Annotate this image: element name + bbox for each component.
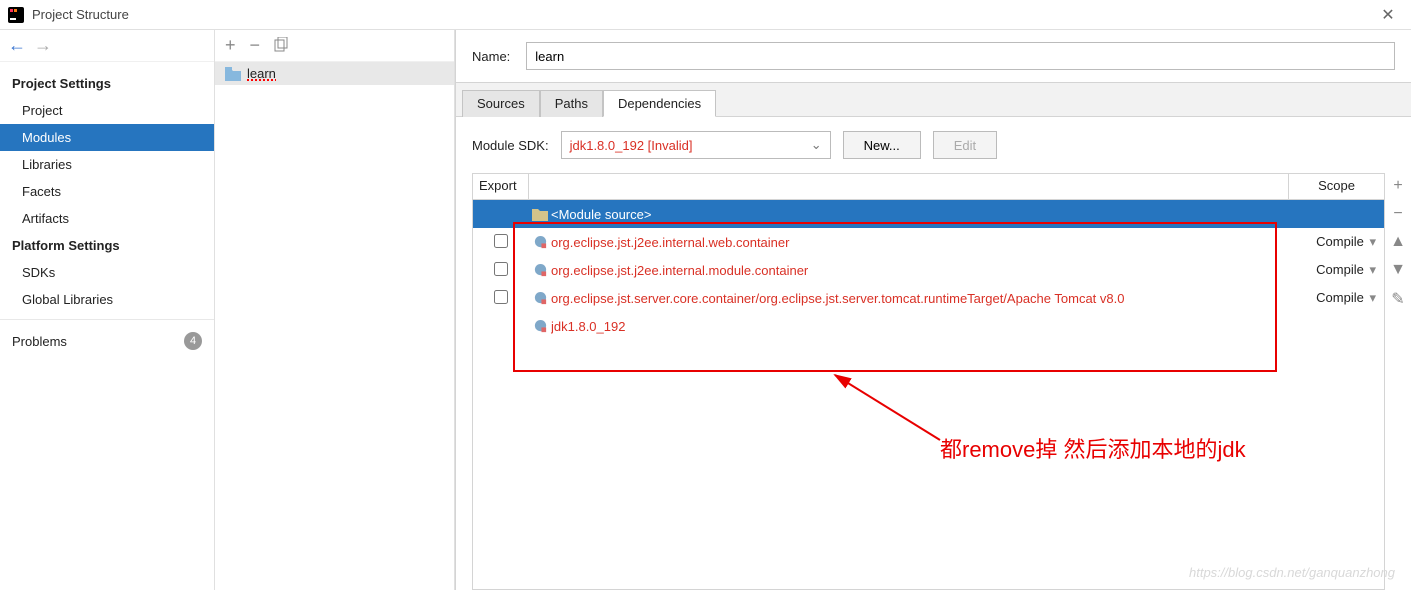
add-dep-icon[interactable]: + [1393,177,1402,195]
intellij-icon [8,7,24,23]
sidebar-nav: ← → [0,30,214,62]
add-icon[interactable]: + [225,35,236,56]
dep-row[interactable]: jdk1.8.0_192 [473,312,1384,340]
sdk-value: jdk1.8.0_192 [Invalid] [570,138,693,153]
dep-scope-select[interactable]: Compile ▾ [1288,290,1384,306]
dependencies-table: Export Scope <Module source> [472,173,1385,590]
content-panel: Name: Sources Paths Dependencies Module … [455,30,1411,590]
copy-icon[interactable] [274,37,289,55]
sidebar-item-project[interactable]: Project [0,97,214,124]
dep-row-module-source[interactable]: <Module source> [473,200,1384,228]
sdk-row: Module SDK: jdk1.8.0_192 [Invalid] ⌄ New… [456,117,1411,173]
sidebar-item-libraries[interactable]: Libraries [0,151,214,178]
deps-header: Export Scope [473,174,1384,200]
chevron-down-icon: ▾ [1366,262,1376,277]
chevron-down-icon: ▾ [1366,290,1376,305]
sidebar-heading-project: Project Settings [0,70,214,97]
sidebar-item-facets[interactable]: Facets [0,178,214,205]
window-title: Project Structure [32,7,1373,22]
tabs: Sources Paths Dependencies [456,83,1411,117]
sidebar-item-problems[interactable]: Problems 4 [0,326,214,356]
remove-icon[interactable]: − [250,35,261,56]
dep-name: jdk1.8.0_192 [551,319,1288,334]
col-scope: Scope [1288,174,1384,199]
sidebar-item-modules[interactable]: Modules [0,124,214,151]
sidebar-divider [0,319,214,320]
tab-dependencies[interactable]: Dependencies [603,90,716,117]
annotation-text: 都remove掉 然后添加本地的jdk [940,432,1246,464]
forward-icon[interactable]: → [34,35,52,56]
col-export: Export [473,174,529,199]
close-icon[interactable]: ✕ [1373,5,1403,25]
problems-badge: 4 [184,332,202,350]
sidebar-heading-platform: Platform Settings [0,232,214,259]
export-checkbox[interactable] [494,262,508,276]
col-name [529,174,1288,199]
sidebar-item-global-libs[interactable]: Global Libraries [0,286,214,313]
sdk-label: Module SDK: [472,138,549,153]
sidebar: ← → Project Settings Project Modules Lib… [0,30,215,590]
dependencies-area: Export Scope <Module source> [456,173,1411,590]
name-row: Name: [456,30,1411,83]
main-area: ← → Project Settings Project Modules Lib… [0,30,1411,590]
export-checkbox[interactable] [494,234,508,248]
tree-item-label: learn [247,66,276,81]
chevron-down-icon: ▾ [1366,234,1376,249]
folder-icon [529,207,551,221]
chevron-down-icon: ⌄ [811,137,822,153]
new-sdk-button[interactable]: New... [843,131,921,159]
dep-name: org.eclipse.jst.j2ee.internal.module.con… [551,263,1288,278]
dep-row[interactable]: org.eclipse.jst.j2ee.internal.web.contai… [473,228,1384,256]
dep-row[interactable]: org.eclipse.jst.server.core.container/or… [473,284,1384,312]
name-label: Name: [472,49,510,64]
export-checkbox[interactable] [494,290,508,304]
sidebar-item-sdks[interactable]: SDKs [0,259,214,286]
dependency-tools: + − ▲ ▼ ✎ [1385,173,1411,590]
watermark: https://blog.csdn.net/ganquanzhong [1189,565,1395,580]
tree-toolbar: + − [215,30,454,62]
move-up-icon[interactable]: ▲ [1390,233,1406,251]
tree-item-learn[interactable]: learn [215,62,454,85]
dep-scope-select[interactable]: Compile ▾ [1288,262,1384,278]
dep-scope-select[interactable]: Compile ▾ [1288,234,1384,250]
edit-dep-icon[interactable]: ✎ [1391,289,1404,309]
problems-label: Problems [12,334,67,349]
move-down-icon[interactable]: ▼ [1390,261,1406,279]
library-invalid-icon [529,235,551,250]
back-icon[interactable]: ← [8,35,26,56]
remove-dep-icon[interactable]: − [1393,205,1402,223]
module-name-input[interactable] [526,42,1395,70]
dep-name: org.eclipse.jst.server.core.container/or… [551,291,1288,306]
sidebar-item-artifacts[interactable]: Artifacts [0,205,214,232]
dep-name: <Module source> [551,207,1288,222]
module-sdk-select[interactable]: jdk1.8.0_192 [Invalid] ⌄ [561,131,831,159]
tab-sources[interactable]: Sources [462,90,540,117]
titlebar: Project Structure ✕ [0,0,1411,30]
dep-row[interactable]: org.eclipse.jst.j2ee.internal.module.con… [473,256,1384,284]
tab-paths[interactable]: Paths [540,90,603,117]
edit-sdk-button: Edit [933,131,997,159]
module-tree-panel: + − learn [215,30,455,590]
folder-icon [225,67,241,81]
library-invalid-icon [529,291,551,306]
library-invalid-icon [529,319,551,334]
library-invalid-icon [529,263,551,278]
dep-name: org.eclipse.jst.j2ee.internal.web.contai… [551,235,1288,250]
